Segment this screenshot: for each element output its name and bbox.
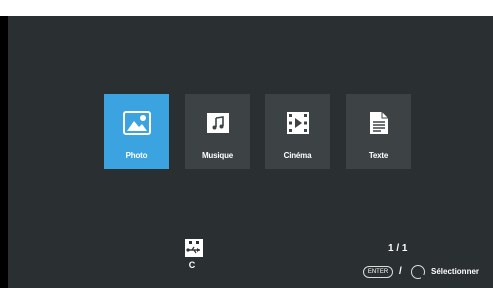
menu-label-text: Texte — [368, 151, 389, 160]
menu-item-text[interactable]: Texte — [346, 94, 411, 169]
menu-item-photo[interactable]: Photo — [104, 94, 169, 169]
hint-separator: / — [399, 266, 402, 277]
menu-label-photo: Photo — [125, 151, 148, 160]
menu-item-cinema[interactable]: Cinéma — [265, 94, 330, 169]
menu-label-music: Musique — [201, 151, 234, 160]
key-hint: ENTER / Sélectionner — [363, 264, 488, 280]
photo-icon — [122, 109, 151, 137]
top-bar — [0, 0, 493, 16]
drive-label: C — [188, 260, 196, 270]
page-indicator: 1 / 1 — [388, 243, 408, 254]
document-icon — [365, 109, 393, 137]
select-hint-label: Sélectionner — [431, 267, 480, 276]
enter-key-icon: ENTER — [363, 266, 393, 278]
music-icon — [204, 109, 232, 137]
usb-drive-icon[interactable] — [184, 238, 206, 258]
ok-button-icon — [411, 265, 425, 279]
media-screen: Photo Musique Cinéma Texte C 1 / 1 ENTER… — [8, 16, 493, 288]
menu-label-cinema: Cinéma — [283, 151, 312, 160]
menu-item-music[interactable]: Musique — [185, 94, 250, 169]
film-icon — [284, 109, 312, 137]
